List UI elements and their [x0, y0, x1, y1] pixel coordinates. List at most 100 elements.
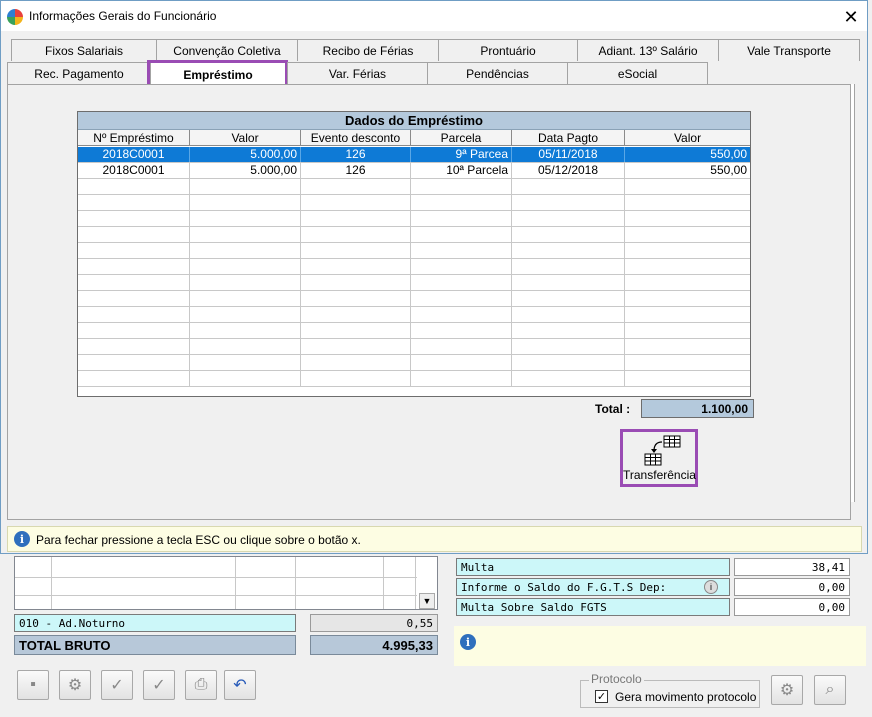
cell-valor[interactable] — [190, 291, 301, 306]
cell-evento[interactable] — [301, 339, 411, 354]
cell-evento[interactable] — [301, 195, 411, 210]
cell-parcela[interactable] — [411, 195, 512, 210]
cell-valor[interactable] — [190, 179, 301, 194]
print-icon[interactable]: ⎙ — [185, 670, 217, 700]
tab-convencao-coletiva[interactable]: Convenção Coletiva — [156, 39, 298, 61]
tab-rec-pagamento[interactable]: Rec. Pagamento — [7, 62, 151, 84]
cell-numero[interactable]: 2018C0001 — [78, 147, 190, 162]
cell-evento[interactable] — [301, 259, 411, 274]
tab-esocial[interactable]: eSocial — [567, 62, 708, 84]
cell-data[interactable] — [512, 195, 625, 210]
cell-evento[interactable] — [301, 179, 411, 194]
cell-parcela[interactable] — [411, 179, 512, 194]
cell-valor[interactable] — [190, 323, 301, 338]
cell-data[interactable] — [512, 211, 625, 226]
empty-table-row[interactable] — [78, 259, 750, 275]
close-button[interactable]: ✕ — [837, 5, 865, 29]
cell-valor[interactable] — [190, 227, 301, 242]
cell-data[interactable] — [512, 339, 625, 354]
cell-evento[interactable]: 126 — [301, 147, 411, 162]
empty-table-row[interactable] — [78, 211, 750, 227]
cell-valor[interactable]: 5.000,00 — [190, 147, 301, 162]
cell-valor[interactable] — [190, 339, 301, 354]
cell-data[interactable] — [512, 291, 625, 306]
transfer-button[interactable]: Transferência — [620, 429, 698, 487]
cell-numero[interactable] — [78, 211, 190, 226]
empty-table-row[interactable] — [78, 195, 750, 211]
col-header-parcela[interactable]: Parcela — [411, 130, 512, 146]
cell-valor[interactable] — [190, 259, 301, 274]
cell-valor[interactable] — [190, 195, 301, 210]
cell-evento[interactable] — [301, 291, 411, 306]
cell-numero[interactable]: 2018C0001 — [78, 163, 190, 178]
cell-parcela[interactable] — [411, 355, 512, 370]
cell-data[interactable] — [512, 371, 625, 386]
cell-valor-parcela[interactable] — [625, 291, 750, 306]
col-header-valor-parcela[interactable]: Valor — [625, 130, 750, 146]
events-grid[interactable]: ▼ — [14, 556, 438, 610]
cell-parcela[interactable] — [411, 227, 512, 242]
cell-data[interactable]: 05/12/2018 — [512, 163, 625, 178]
tab-recibo-ferias[interactable]: Recibo de Férias — [297, 39, 439, 61]
cell-valor-parcela[interactable] — [625, 227, 750, 242]
cell-data[interactable] — [512, 355, 625, 370]
cell-numero[interactable] — [78, 371, 190, 386]
empty-table-row[interactable] — [78, 339, 750, 355]
cell-valor[interactable] — [190, 243, 301, 258]
cell-data[interactable] — [512, 227, 625, 242]
cell-valor[interactable] — [190, 355, 301, 370]
cell-valor-parcela[interactable] — [625, 195, 750, 210]
cell-parcela[interactable] — [411, 371, 512, 386]
cell-valor-parcela[interactable] — [625, 243, 750, 258]
empty-table-row[interactable] — [78, 227, 750, 243]
cell-valor[interactable] — [190, 371, 301, 386]
cell-valor-parcela[interactable] — [625, 179, 750, 194]
cell-valor[interactable] — [190, 211, 301, 226]
tab-vale-transporte[interactable]: Vale Transporte — [718, 39, 860, 61]
empty-table-row[interactable] — [78, 323, 750, 339]
save-icon[interactable]: ▪ — [17, 670, 49, 700]
cell-parcela[interactable] — [411, 307, 512, 322]
cell-parcela[interactable] — [411, 291, 512, 306]
cell-evento[interactable] — [301, 227, 411, 242]
loan-grid[interactable]: Dados do Empréstimo Nº Empréstimo Valor … — [77, 111, 751, 397]
cell-parcela[interactable]: 9ª Parcea — [411, 147, 512, 162]
info-small-icon[interactable]: i — [704, 580, 718, 594]
cell-numero[interactable] — [78, 275, 190, 290]
calculate-icon[interactable]: ⚙ — [59, 670, 91, 700]
empty-table-row[interactable] — [78, 275, 750, 291]
cell-parcela[interactable] — [411, 339, 512, 354]
cell-data[interactable] — [512, 275, 625, 290]
col-header-numero-emprestimo[interactable]: Nº Empréstimo — [78, 130, 190, 146]
scroll-down-arrow[interactable]: ▼ — [419, 593, 435, 609]
cell-evento[interactable]: 126 — [301, 163, 411, 178]
cell-parcela[interactable] — [411, 275, 512, 290]
cell-parcela[interactable] — [411, 243, 512, 258]
col-header-evento-desconto[interactable]: Evento desconto — [301, 130, 411, 146]
empty-table-row[interactable] — [78, 307, 750, 323]
cell-numero[interactable] — [78, 307, 190, 322]
cell-data[interactable] — [512, 307, 625, 322]
cell-valor-parcela[interactable] — [625, 339, 750, 354]
cell-valor-parcela[interactable] — [625, 355, 750, 370]
cell-evento[interactable] — [301, 211, 411, 226]
cell-numero[interactable] — [78, 355, 190, 370]
cell-parcela[interactable] — [411, 259, 512, 274]
tab-prontuario[interactable]: Prontuário — [438, 39, 578, 61]
empty-table-row[interactable] — [78, 243, 750, 259]
col-header-valor[interactable]: Valor — [190, 130, 301, 146]
cell-valor[interactable] — [190, 275, 301, 290]
cell-evento[interactable] — [301, 243, 411, 258]
cell-numero[interactable] — [78, 291, 190, 306]
cell-data[interactable] — [512, 243, 625, 258]
cell-numero[interactable] — [78, 243, 190, 258]
cell-evento[interactable] — [301, 371, 411, 386]
empty-table-row[interactable] — [78, 371, 750, 387]
search-icon[interactable]: ⌕ — [814, 675, 846, 705]
cell-valor[interactable]: 5.000,00 — [190, 163, 301, 178]
cell-valor-parcela[interactable] — [625, 323, 750, 338]
cell-numero[interactable] — [78, 227, 190, 242]
cell-parcela[interactable] — [411, 211, 512, 226]
title-bar[interactable]: Informações Gerais do Funcionário ✕ — [1, 1, 867, 31]
cell-valor-parcela[interactable]: 550,00 — [625, 147, 750, 162]
